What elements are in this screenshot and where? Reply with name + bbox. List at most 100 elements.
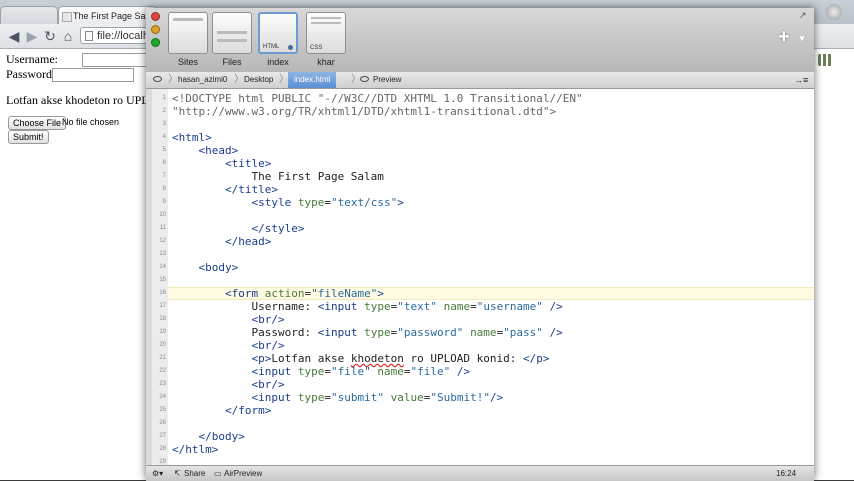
code-line[interactable]: </form>: [172, 404, 271, 417]
line-number: 13: [159, 251, 166, 257]
upload-paragraph: Lotfan akse khodeton ro UPLOA: [6, 93, 166, 107]
close-window-button[interactable]: [151, 12, 160, 21]
breadcrumb: 〉 hasan_azimi0 〉 Desktop 〉 index.html 〉 …: [146, 72, 814, 89]
line-number: 14: [159, 264, 166, 270]
fullscreen-icon[interactable]: ↗: [799, 10, 807, 21]
line-number: 8: [162, 186, 166, 192]
sidebar-item-index[interactable]: index: [256, 57, 300, 67]
sidebar-item-khar[interactable]: khar: [304, 57, 348, 67]
line-number: 2: [162, 108, 166, 114]
code-line[interactable]: <input type="file" name="file" />: [172, 365, 470, 378]
code-line[interactable]: <style type="text/css">: [172, 196, 403, 209]
line-number: 18: [159, 316, 166, 322]
code-line[interactable]: <input type="submit" value="Submit!"/>: [172, 391, 503, 404]
separator: 〉: [168, 74, 178, 85]
khar-css-thumbnail-icon[interactable]: CSS: [306, 12, 346, 54]
apps-grid-icon[interactable]: [818, 54, 832, 66]
eye-icon[interactable]: [153, 76, 162, 82]
line-number: 10: [159, 212, 166, 218]
zoom-window-button[interactable]: [151, 38, 160, 47]
line-number: 9: [162, 199, 166, 205]
breadcrumb-preview[interactable]: Preview: [373, 72, 401, 88]
line-number: 5: [162, 147, 166, 153]
line-number: 25: [159, 407, 166, 413]
breadcrumb-folder[interactable]: hasan_azimi0: [178, 72, 227, 88]
code-line[interactable]: </style>: [172, 222, 304, 235]
line-number: 15: [159, 277, 166, 283]
html-tag: HTML: [263, 44, 280, 50]
forward-arrow-icon[interactable]: ▶: [24, 28, 40, 44]
choose-file-button[interactable]: Choose File: [8, 116, 67, 130]
code-line[interactable]: <p>Lotfan akse khodeton ro UPLOAD konid:…: [172, 352, 549, 365]
home-icon[interactable]: ⌂: [60, 28, 76, 44]
breadcrumb-desktop[interactable]: Desktop: [244, 72, 273, 88]
airpreview-icon[interactable]: ▭: [214, 466, 222, 481]
line-number: 21: [159, 355, 166, 361]
code-line[interactable]: <br/>: [172, 339, 284, 352]
line-number: 24: [159, 394, 166, 400]
index-html-thumbnail-icon[interactable]: HTML: [258, 12, 298, 54]
line-number: 28: [159, 446, 166, 452]
code-line[interactable]: <!DOCTYPE html PUBLIC "-//W3C//DTD XHTML…: [172, 92, 583, 105]
line-number: 3: [162, 121, 166, 127]
code-line[interactable]: </htlm>: [172, 443, 218, 456]
sites-thumbnail-icon[interactable]: [168, 12, 208, 54]
code-line[interactable]: <title>: [172, 157, 271, 170]
separator: 〉: [234, 74, 244, 85]
code-line[interactable]: Password: <input type="password" name="p…: [172, 326, 562, 339]
username-label: Username:: [6, 52, 58, 66]
code-line[interactable]: </title>: [172, 183, 278, 196]
line-number: 20: [159, 342, 166, 348]
line-number: 6: [162, 160, 166, 166]
split-view-icon[interactable]: →≡: [794, 72, 808, 88]
line-number: 23: [159, 381, 166, 387]
files-thumbnail-icon[interactable]: [212, 12, 252, 54]
line-number: 7: [162, 173, 166, 179]
close-file-icon[interactable]: [288, 45, 293, 50]
sidebar-item-files[interactable]: Files: [210, 57, 254, 67]
password-label: Password:: [6, 67, 56, 81]
code-line[interactable]: <head>: [172, 144, 239, 157]
status-bar: ⚙▾ ↸ Share ▭ AirPreview 16:24: [146, 465, 814, 481]
code-area[interactable]: <!DOCTYPE html PUBLIC "-//W3C//DTD XHTML…: [168, 89, 814, 465]
page-favicon-icon: [62, 12, 72, 22]
chevron-down-icon[interactable]: ▼: [798, 34, 806, 43]
airpreview-button[interactable]: AirPreview: [224, 466, 262, 481]
user-avatar-icon[interactable]: [826, 4, 842, 20]
minimize-window-button[interactable]: [151, 25, 160, 34]
password-input[interactable]: [52, 68, 134, 82]
cursor-position: 16:24: [776, 469, 797, 478]
code-line[interactable]: <html>: [172, 131, 212, 144]
code-line[interactable]: <form action="fileName">: [172, 287, 384, 300]
code-editor-window: Sites Files HTML index CSS khar ↗ + ▼ 〉 …: [146, 8, 814, 481]
preview-eye-icon: [360, 76, 369, 82]
code-line[interactable]: "http://www.w3.org/TR/xhtml1/DTD/xhtml1-…: [172, 105, 556, 118]
browser-tab-previous[interactable]: [0, 6, 58, 25]
share-button[interactable]: Share: [184, 466, 205, 481]
line-number: 11: [159, 225, 166, 231]
no-file-chosen-text: No file chosen: [62, 117, 120, 127]
code-line[interactable]: <br/>: [172, 313, 284, 326]
reload-icon[interactable]: ↻: [42, 28, 58, 44]
breadcrumb-file[interactable]: index.html: [288, 72, 337, 88]
share-icon[interactable]: ↸: [174, 466, 181, 481]
sidebar-item-sites[interactable]: Sites: [166, 57, 210, 67]
line-number: 26: [159, 420, 166, 426]
submit-button[interactable]: Submit!: [8, 130, 49, 144]
code-line[interactable]: </head>: [172, 235, 271, 248]
code-line[interactable]: <body>: [172, 261, 239, 274]
back-arrow-icon[interactable]: ◀: [6, 28, 22, 44]
page-icon: [85, 31, 93, 41]
code-line[interactable]: </body>: [172, 430, 245, 443]
address-bar-text: file://localh: [97, 30, 149, 42]
line-number: 12: [159, 238, 166, 244]
code-line[interactable]: Username: <input type="text" name="usern…: [172, 300, 562, 313]
code-line[interactable]: The First Page Salam: [172, 170, 383, 183]
line-number: 1: [162, 95, 166, 101]
browser-tab-active[interactable]: The First Page Salam: [58, 6, 158, 24]
line-number: 22: [159, 368, 166, 374]
gear-icon[interactable]: ⚙▾: [152, 466, 163, 481]
add-icon[interactable]: +: [778, 26, 790, 49]
code-line[interactable]: <br/>: [172, 378, 284, 391]
line-number-gutter: 1 2 3 4 5 6 7 8 9 10 11 12 13 14 15 16 17 18 19 20 21 22 23 24 2…: [146, 89, 169, 465]
